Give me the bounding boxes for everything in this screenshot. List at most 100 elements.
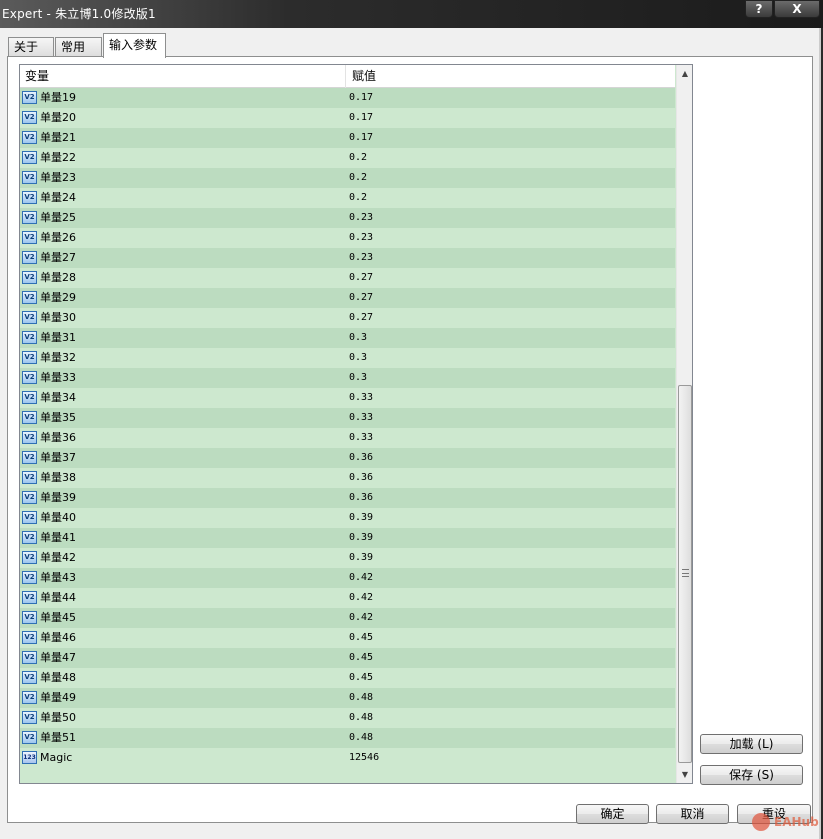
variable-value[interactable]: 0.33 — [349, 408, 669, 428]
variable-value[interactable]: 0.2 — [349, 168, 669, 188]
table-row[interactable]: V2 单量20 0.17 — [20, 108, 675, 128]
table-row[interactable]: V2 单量37 0.36 — [20, 448, 675, 468]
table-row[interactable]: V2 单量43 0.42 — [20, 568, 675, 588]
table-row[interactable]: V2 单量51 0.48 — [20, 728, 675, 748]
table-row[interactable]: V2 单量32 0.3 — [20, 348, 675, 368]
table-row[interactable]: V2 单量45 0.42 — [20, 608, 675, 628]
inputs-panel: 变量 赋值 V2 单量19 0.17 V2 单量20 0.17 V2 单量21 0.17 V2 单量… — [7, 56, 813, 823]
variable-value[interactable]: 0.3 — [349, 328, 669, 348]
table-row[interactable]: V2 单量34 0.33 — [20, 388, 675, 408]
load-button[interactable]: 加载 (L) — [700, 734, 803, 754]
table-row[interactable]: V2 单量40 0.39 — [20, 508, 675, 528]
variable-value[interactable]: 0.23 — [349, 228, 669, 248]
table-row[interactable]: V2 单量22 0.2 — [20, 148, 675, 168]
variable-value[interactable]: 0.48 — [349, 688, 669, 708]
variable-value[interactable]: 0.45 — [349, 628, 669, 648]
tab-about[interactable]: 关于 — [8, 37, 54, 57]
table-row[interactable]: V2 单量19 0.17 — [20, 88, 675, 108]
variable-icon: V2 — [22, 311, 37, 324]
ok-button[interactable]: 确定 — [576, 804, 649, 824]
variable-value[interactable]: 0.3 — [349, 368, 669, 388]
variable-icon: V2 — [22, 731, 37, 744]
variable-value[interactable]: 0.33 — [349, 388, 669, 408]
variable-value[interactable]: 0.27 — [349, 268, 669, 288]
table-row[interactable]: V2 单量38 0.36 — [20, 468, 675, 488]
variable-name: 单量45 — [40, 611, 76, 624]
table-row[interactable]: V2 单量50 0.48 — [20, 708, 675, 728]
variable-value[interactable]: 0.36 — [349, 468, 669, 488]
variable-value[interactable]: 0.45 — [349, 648, 669, 668]
variable-icon: V2 — [22, 551, 37, 564]
variable-value[interactable]: 0.2 — [349, 148, 669, 168]
variable-value[interactable]: 0.39 — [349, 508, 669, 528]
tab-inputs[interactable]: 输入参数 — [103, 33, 166, 58]
column-header-value[interactable]: 赋值 — [347, 65, 675, 88]
column-header-variable[interactable]: 变量 — [20, 65, 346, 88]
vertical-scrollbar[interactable]: ▲ ▼ — [676, 65, 692, 783]
table-row[interactable]: V2 单量46 0.45 — [20, 628, 675, 648]
table-row[interactable]: V2 单量33 0.3 — [20, 368, 675, 388]
table-row[interactable]: V2 单量27 0.23 — [20, 248, 675, 268]
integer-icon: 123 — [22, 751, 37, 764]
variable-value[interactable]: 12546 — [349, 748, 669, 768]
variable-value[interactable]: 0.2 — [349, 188, 669, 208]
variable-value[interactable]: 0.3 — [349, 348, 669, 368]
table-row[interactable]: V2 单量48 0.45 — [20, 668, 675, 688]
variable-value[interactable]: 0.48 — [349, 708, 669, 728]
variable-name: 单量40 — [40, 511, 76, 524]
close-button[interactable]: X — [774, 0, 820, 18]
table-row[interactable]: V2 单量41 0.39 — [20, 528, 675, 548]
variable-name: 单量47 — [40, 651, 76, 664]
variable-value[interactable]: 0.42 — [349, 588, 669, 608]
cancel-button[interactable]: 取消 — [656, 804, 729, 824]
variable-value[interactable]: 0.17 — [349, 88, 669, 108]
variable-icon: V2 — [22, 671, 37, 684]
table-row[interactable]: V2 单量42 0.39 — [20, 548, 675, 568]
table-row[interactable]: V2 单量36 0.33 — [20, 428, 675, 448]
tab-common[interactable]: 常用 — [55, 37, 102, 57]
variable-value[interactable]: 0.48 — [349, 728, 669, 748]
table-row[interactable]: V2 单量26 0.23 — [20, 228, 675, 248]
table-row[interactable]: 123 Magic 12546 — [20, 748, 675, 768]
save-button[interactable]: 保存 (S) — [700, 765, 803, 785]
table-row[interactable]: V2 单量24 0.2 — [20, 188, 675, 208]
table-row[interactable]: V2 单量31 0.3 — [20, 328, 675, 348]
scroll-thumb[interactable] — [678, 385, 692, 763]
table-row[interactable]: V2 单量28 0.27 — [20, 268, 675, 288]
scroll-up-arrow-icon[interactable]: ▲ — [677, 65, 692, 82]
variable-value[interactable]: 0.23 — [349, 248, 669, 268]
variable-icon: V2 — [22, 231, 37, 244]
variable-icon: V2 — [22, 491, 37, 504]
variable-name: 单量22 — [40, 151, 76, 164]
variable-icon: V2 — [22, 591, 37, 604]
variable-value[interactable]: 0.27 — [349, 288, 669, 308]
table-row[interactable]: V2 单量49 0.48 — [20, 688, 675, 708]
variable-value[interactable]: 0.42 — [349, 608, 669, 628]
variable-value[interactable]: 0.36 — [349, 488, 669, 508]
variable-value[interactable]: 0.45 — [349, 668, 669, 688]
variable-icon: V2 — [22, 511, 37, 524]
help-button[interactable]: ? — [745, 0, 773, 18]
variable-value[interactable]: 0.36 — [349, 448, 669, 468]
table-row[interactable]: V2 单量29 0.27 — [20, 288, 675, 308]
variable-value[interactable]: 0.27 — [349, 308, 669, 328]
variable-name: 单量25 — [40, 211, 76, 224]
table-row[interactable]: V2 单量30 0.27 — [20, 308, 675, 328]
table-row[interactable]: V2 单量47 0.45 — [20, 648, 675, 668]
variable-value[interactable]: 0.33 — [349, 428, 669, 448]
variable-name: 单量31 — [40, 331, 76, 344]
variable-name: 单量20 — [40, 111, 76, 124]
table-row[interactable]: V2 单量25 0.23 — [20, 208, 675, 228]
variable-value[interactable]: 0.17 — [349, 108, 669, 128]
variable-value[interactable]: 0.17 — [349, 128, 669, 148]
variable-value[interactable]: 0.42 — [349, 568, 669, 588]
table-row[interactable]: V2 单量23 0.2 — [20, 168, 675, 188]
table-row[interactable]: V2 单量21 0.17 — [20, 128, 675, 148]
variable-value[interactable]: 0.39 — [349, 528, 669, 548]
scroll-down-arrow-icon[interactable]: ▼ — [677, 766, 692, 783]
table-row[interactable]: V2 单量39 0.36 — [20, 488, 675, 508]
variable-value[interactable]: 0.23 — [349, 208, 669, 228]
table-row[interactable]: V2 单量35 0.33 — [20, 408, 675, 428]
variable-value[interactable]: 0.39 — [349, 548, 669, 568]
table-row[interactable]: V2 单量44 0.42 — [20, 588, 675, 608]
